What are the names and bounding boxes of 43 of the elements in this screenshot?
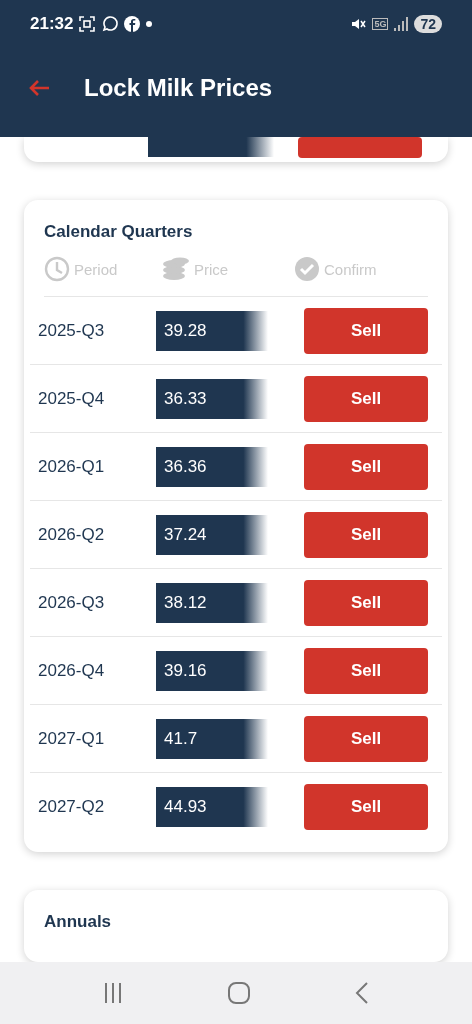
period-label: 2026-Q1 — [38, 456, 106, 477]
price-bar: 36.36 — [156, 446, 268, 487]
price-bar: 41.7 — [156, 718, 268, 759]
mute-icon — [350, 16, 367, 32]
sell-button[interactable]: Sell — [304, 307, 428, 354]
period-label: 2027-Q2 — [38, 796, 106, 817]
dot-icon — [146, 21, 153, 27]
sell-button[interactable]: Sell — [304, 511, 428, 558]
signal-icon — [394, 17, 409, 31]
section-title: Calendar Quarters — [44, 222, 194, 242]
period-label: 2026-Q3 — [38, 592, 106, 613]
page-title: Lock Milk Prices — [84, 73, 273, 102]
price-bar: 39.28 — [156, 310, 268, 351]
price-bar: 44.93 — [156, 786, 268, 827]
sell-button[interactable]: Sell — [304, 443, 428, 490]
price-bar: 36.33 — [156, 378, 268, 419]
sell-button[interactable]: Sell — [304, 375, 428, 422]
back-arrow-icon[interactable] — [28, 78, 50, 97]
section-title: Annuals — [44, 912, 113, 932]
battery-indicator: 72 — [414, 15, 442, 33]
period-label: 2025-Q3 — [38, 320, 106, 341]
coins-icon — [162, 256, 190, 282]
price-bar: 38.12 — [156, 582, 268, 623]
network-indicator: 5G — [372, 18, 389, 30]
period-label: 2026-Q2 — [38, 524, 106, 545]
status-time: 21:32 — [30, 14, 74, 34]
sell-button[interactable]: Sell — [304, 783, 428, 830]
back-icon[interactable] — [355, 982, 370, 1004]
clock-icon — [44, 256, 70, 282]
price-bar: 37.24 — [156, 514, 268, 555]
check-circle-icon — [294, 256, 320, 282]
sell-button[interactable]: Sell — [304, 579, 428, 626]
sell-button[interactable]: Sell — [304, 715, 428, 762]
f-circle-icon — [124, 16, 141, 32]
period-label: 2025-Q4 — [38, 388, 106, 409]
period-label: 2026-Q4 — [38, 660, 106, 681]
chat-bubble-icon — [101, 15, 119, 33]
screenshot-icon — [79, 16, 96, 32]
home-icon[interactable] — [228, 982, 250, 1004]
period-label: 2027-Q1 — [38, 728, 106, 749]
price-bar: 39.16 — [156, 650, 268, 691]
sell-button[interactable]: Sell — [304, 647, 428, 694]
recent-apps-icon[interactable] — [102, 982, 123, 1004]
